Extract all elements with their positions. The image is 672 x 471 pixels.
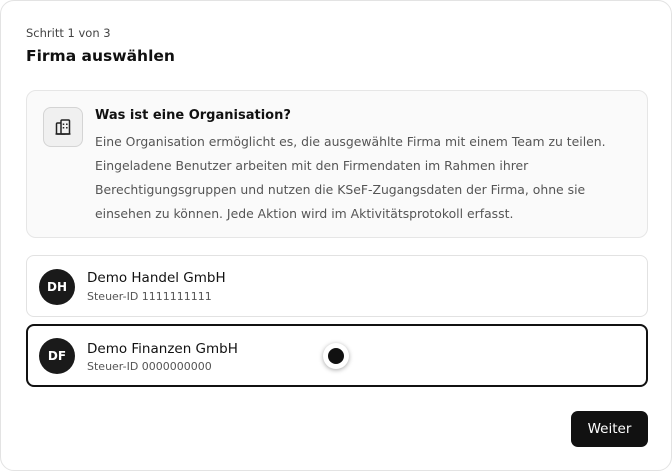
company-option-demo-handel[interactable]: DH Demo Handel GmbH Steuer-ID 1111111111 <box>26 255 648 317</box>
page-title: Firma auswählen <box>26 47 175 65</box>
company-tax-id: Steuer-ID 0000000000 <box>87 360 212 373</box>
info-title: Was ist eine Organisation? <box>95 108 291 123</box>
organization-info-box: Was ist eine Organisation? Eine Organisa… <box>26 90 648 238</box>
avatar: DH <box>39 269 75 305</box>
company-name: Demo Handel GmbH <box>87 270 226 286</box>
building-icon <box>43 107 83 147</box>
select-company-dialog: Schritt 1 von 3 Firma auswählen Was ist … <box>0 0 672 471</box>
step-indicator: Schritt 1 von 3 <box>26 26 111 40</box>
next-button[interactable]: Weiter <box>571 411 648 447</box>
company-tax-id: Steuer-ID 1111111111 <box>87 290 212 303</box>
avatar: DF <box>39 338 75 374</box>
selected-radio-indicator[interactable] <box>323 343 349 369</box>
info-description: Eine Organisation ermöglicht es, die aus… <box>95 134 606 221</box>
company-name: Demo Finanzen GmbH <box>87 341 238 357</box>
radio-dot-icon <box>328 348 344 364</box>
